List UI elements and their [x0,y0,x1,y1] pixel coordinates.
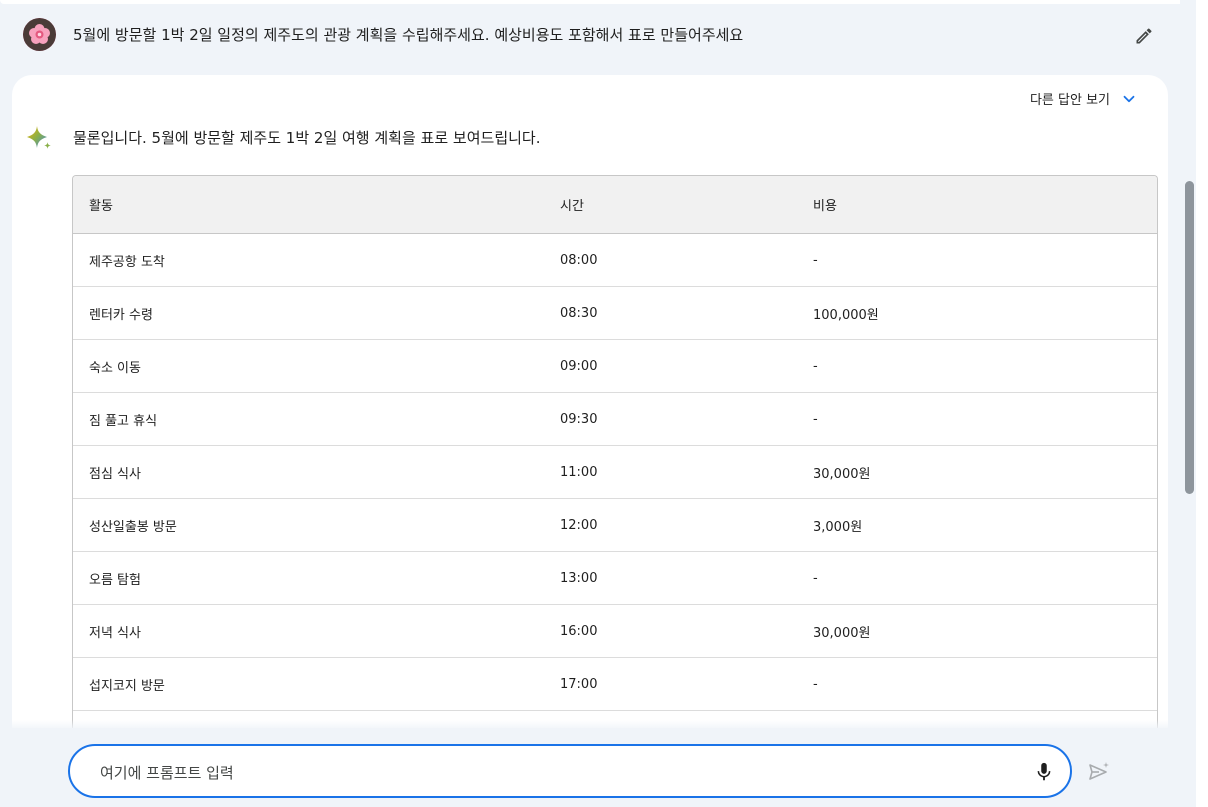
table-row: 제주공항 도착 08:00 - [73,233,1157,287]
cell-cost: - [797,551,1157,605]
cell-activity: 성산일출봉 방문 [73,498,544,552]
cell-activity: 점심 식사 [73,445,544,499]
cell-time: 09:00 [544,339,797,393]
send-icon [1089,762,1109,780]
cell-cost: - [797,339,1157,393]
cell-activity: 섭지코지 방문 [73,657,544,711]
cell-cost: 100,000원 [797,286,1157,340]
mic-icon [1037,762,1051,781]
chevron-down-icon [1120,90,1138,108]
user-prompt-text: 5월에 방문할 1박 2일 일정의 제주도의 관광 계획을 수립해주세요. 예상… [73,26,744,44]
column-header-activity: 활동 [73,176,544,234]
cell-activity: 숙소 이동 [73,339,544,393]
cell-activity: 저녁 식사 [73,604,544,658]
answer-intro-text: 물론입니다. 5월에 방문할 제주도 1박 2일 여행 계획을 표로 보여드립니… [73,129,541,147]
pencil-icon [1136,28,1152,44]
cell-time: 16:00 [544,604,797,658]
cell-cost: - [797,657,1157,711]
cell-cost: 30,000원 [797,445,1157,499]
cell-time: 17:00 [544,657,797,711]
send-button[interactable] [1086,759,1112,785]
cell-time: 13:00 [544,551,797,605]
cell-activity: 오름 탐험 [73,551,544,605]
table-header-row: 활동 시간 비용 [73,176,1157,234]
chat-app: 5월에 방문할 1박 2일 일정의 제주도의 관광 계획을 수립해주세요. 예상… [0,0,1208,807]
table-row: 저녁 식사 16:00 30,000원 [73,604,1157,658]
column-header-cost: 비용 [797,176,1157,234]
previous-message-edge [0,0,1196,4]
cell-cost: - [797,233,1157,287]
cell-cost: 30,000원 [797,604,1157,658]
table-row: 성산일출봉 방문 12:00 3,000원 [73,498,1157,552]
itinerary-table: 활동 시간 비용 제주공항 도착 08:00 - 렌터카 수령 08:30 10… [72,175,1158,764]
cell-activity: 제주공항 도착 [73,233,544,287]
show-other-answers-button[interactable]: 다른 답안 보기 [1030,89,1138,108]
table-row: 숙소 이동 09:00 - [73,339,1157,393]
prompt-input-box[interactable] [68,744,1072,798]
user-avatar[interactable] [23,18,56,51]
other-answers-label: 다른 답안 보기 [1029,93,1110,108]
table-row: 오름 탐험 13:00 - [73,551,1157,605]
edit-prompt-button[interactable] [1130,22,1158,50]
table-row: 짐 풀고 휴식 09:30 - [73,392,1157,446]
cell-cost: - [797,392,1157,446]
column-header-time: 시간 [544,176,797,234]
table-row: 렌터카 수령 08:30 100,000원 [73,286,1157,340]
sparkle-icon [25,125,53,153]
cell-time: 08:00 [544,233,797,287]
scrollbar-thumb[interactable] [1185,181,1194,494]
window-edge [1196,0,1208,807]
user-prompt-row: 5월에 방문할 1박 2일 일정의 제주도의 관광 계획을 수립해주세요. 예상… [0,0,1196,72]
cell-cost: 3,000원 [797,498,1157,552]
mic-button[interactable] [1030,758,1058,786]
table-row: 점심 식사 11:00 30,000원 [73,445,1157,499]
cell-activity: 짐 풀고 휴식 [73,392,544,446]
cell-activity: 렌터카 수령 [73,286,544,340]
table-row: 섭지코지 방문 17:00 - [73,657,1157,711]
prompt-input[interactable] [98,758,1002,788]
response-card: 다른 답안 보기 물론입니다. 5월에 방문할 제주도 1박 2일 여행 계획을… [12,75,1168,807]
cell-time: 08:30 [544,286,797,340]
cell-time: 12:00 [544,498,797,552]
cell-time: 09:30 [544,392,797,446]
cell-time: 11:00 [544,445,797,499]
